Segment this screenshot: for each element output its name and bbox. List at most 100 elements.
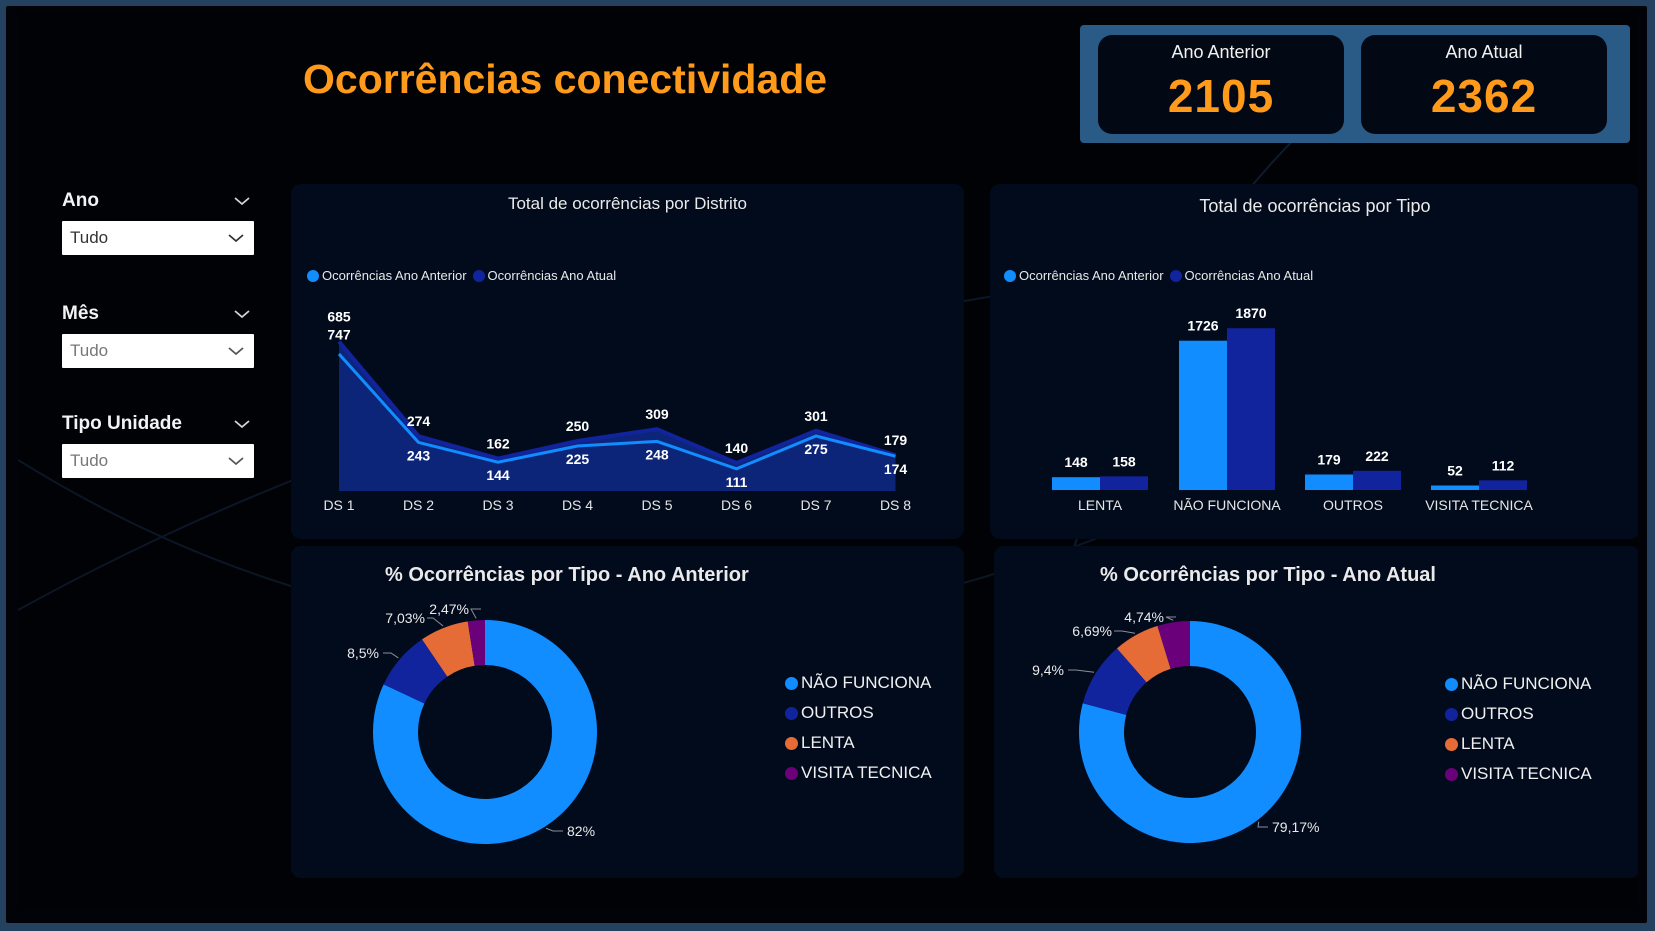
donut-previous-legend: NÃO FUNCIONA OUTROS LENTA VISITA TECNICA xyxy=(785,673,938,793)
legend-dot-icon xyxy=(785,766,798,780)
slice-value-label: 9,4% xyxy=(1032,662,1064,678)
data-label-previous: 144 xyxy=(486,467,510,483)
leader-line xyxy=(545,827,563,832)
slicer-mes-dropdown[interactable]: Tudo xyxy=(62,334,254,368)
bar-previous[interactable] xyxy=(1052,477,1100,490)
bar-current[interactable] xyxy=(1353,470,1401,490)
legend-item-lenta[interactable]: LENTA xyxy=(1445,734,1592,754)
data-label-previous: 52 xyxy=(1447,463,1463,479)
x-tick-label: DS 3 xyxy=(482,497,513,513)
legend-dot-icon xyxy=(785,736,798,750)
x-tick-label: DS 4 xyxy=(562,497,593,513)
chevron-down-icon xyxy=(228,457,244,466)
legend-item-outros[interactable]: OUTROS xyxy=(1445,704,1592,724)
slice-value-label: 2,47% xyxy=(429,601,469,617)
slice-value-label: 79,17% xyxy=(1272,819,1319,835)
data-label-current: 222 xyxy=(1365,448,1389,464)
legend-label: OUTROS xyxy=(1461,704,1534,723)
collapse-chevron-icon[interactable] xyxy=(232,304,252,324)
legend-label: NÃO FUNCIONA xyxy=(1461,674,1592,693)
data-label-current: 309 xyxy=(645,406,669,422)
data-label-current: 301 xyxy=(804,408,828,424)
bar-previous[interactable] xyxy=(1179,340,1227,490)
x-tick-label: DS 5 xyxy=(641,497,672,513)
data-label-previous: 248 xyxy=(645,446,669,462)
legend-dot-icon xyxy=(1445,707,1458,721)
data-label-previous: 111 xyxy=(726,474,748,490)
legend-dot-icon xyxy=(1445,767,1458,781)
legend-item-nao-funciona[interactable]: NÃO FUNCIONA xyxy=(1445,674,1592,694)
data-label-current: 140 xyxy=(725,440,749,456)
legend-dot-icon xyxy=(1445,737,1458,751)
donut-current-legend: NÃO FUNCIONA OUTROS LENTA VISITA TECNICA xyxy=(1445,674,1598,794)
collapse-chevron-icon[interactable] xyxy=(232,414,252,434)
legend-item-visita-tecnica[interactable]: VISITA TECNICA xyxy=(1445,764,1592,784)
data-label-current: 747 xyxy=(327,327,351,343)
legend-item-nao-funciona[interactable]: NÃO FUNCIONA xyxy=(785,673,932,693)
slice-value-label: 8,5% xyxy=(347,645,379,661)
kpi-previous-label: Ano Anterior xyxy=(1171,42,1271,62)
leader-line xyxy=(470,608,481,619)
type-bar-chart[interactable]: 148 158 LENTA 1726 1870 NÃO FUNCIONA 179 222 OUT… xyxy=(990,184,1638,539)
leader-line xyxy=(1068,669,1095,673)
legend-dot-icon xyxy=(1445,677,1458,691)
collapse-chevron-icon[interactable] xyxy=(232,191,252,211)
data-label-previous: 174 xyxy=(884,461,908,477)
kpi-current-value: 2362 xyxy=(1430,70,1538,122)
legend-label: VISITA TECNICA xyxy=(801,763,932,782)
x-tick-label: OUTROS xyxy=(1323,497,1383,513)
donut-current-panel: % Ocorrências por Tipo - Ano Atual 79,17… xyxy=(994,546,1638,878)
data-label-current: 162 xyxy=(486,436,510,452)
district-area-chart[interactable]: DS 1 685 747 DS 2 243 274 DS 3 144 162 DS 4 225 250… xyxy=(291,184,964,539)
kpi-current-label: Ano Atual xyxy=(1445,42,1523,62)
data-label-previous: 148 xyxy=(1064,454,1088,470)
slicer-tipo-unidade-value: Tudo xyxy=(70,451,109,470)
bar-current[interactable] xyxy=(1227,328,1275,490)
leader-line xyxy=(427,617,444,627)
leader-line xyxy=(1165,616,1176,621)
kpi-previous-value: 2105 xyxy=(1167,70,1275,122)
data-label-current: 250 xyxy=(566,418,590,434)
legend-label: NÃO FUNCIONA xyxy=(801,673,932,692)
slicer-tipo-unidade-label: Tipo Unidade xyxy=(62,413,182,434)
data-label-previous: 243 xyxy=(407,447,431,463)
kpi-previous-year: Ano Anterior 2105 xyxy=(1098,35,1344,134)
legend-item-lenta[interactable]: LENTA xyxy=(785,733,932,753)
x-tick-label: DS 7 xyxy=(800,497,831,513)
slicer-tipo-unidade-dropdown[interactable]: Tudo xyxy=(62,444,254,478)
legend-dot-icon xyxy=(785,676,798,690)
data-label-previous: 685 xyxy=(327,309,351,325)
legend-label: LENTA xyxy=(1461,734,1515,753)
slice-value-label: 7,03% xyxy=(385,610,425,626)
data-label-previous: 275 xyxy=(804,441,828,457)
report-canvas: Ocorrências conectividade Ano Anterior 2… xyxy=(18,10,1638,910)
bar-current[interactable] xyxy=(1100,476,1148,490)
x-tick-label: DS 2 xyxy=(403,497,434,513)
legend-item-visita-tecnica[interactable]: VISITA TECNICA xyxy=(785,763,932,783)
slicer-mes: Mês Tudo xyxy=(62,301,254,368)
data-label-current: 274 xyxy=(407,413,431,429)
x-tick-label: LENTA xyxy=(1078,497,1123,513)
bar-current[interactable] xyxy=(1479,480,1527,490)
slicer-ano-dropdown[interactable]: Tudo xyxy=(62,221,254,255)
data-label-previous: 1726 xyxy=(1187,318,1218,334)
bar-previous[interactable] xyxy=(1305,474,1353,490)
report-frame: Ocorrências conectividade Ano Anterior 2… xyxy=(6,6,1647,923)
type-bar-chart-panel: Total de ocorrências por Tipo Ocorrência… xyxy=(990,184,1638,539)
district-area-chart-panel: Total de ocorrências por Distrito Ocorrê… xyxy=(291,184,964,539)
x-tick-label: VISITA TECNICA xyxy=(1425,497,1533,513)
leader-line xyxy=(383,652,399,659)
kpi-current-year: Ano Atual 2362 xyxy=(1361,35,1607,134)
legend-item-outros[interactable]: OUTROS xyxy=(785,703,932,723)
slicer-mes-label: Mês xyxy=(62,303,99,324)
donut-previous-panel: % Ocorrências por Tipo - Ano Anterior 82… xyxy=(291,546,964,878)
kpi-card-group: Ano Anterior 2105 Ano Atual 2362 xyxy=(1080,25,1630,143)
leader-line xyxy=(1257,821,1268,828)
page-title: Ocorrências conectividade xyxy=(303,56,828,102)
x-tick-label: DS 8 xyxy=(880,497,911,513)
legend-label: VISITA TECNICA xyxy=(1461,764,1592,783)
slice-value-label: 4,74% xyxy=(1124,609,1164,625)
bar-previous[interactable] xyxy=(1431,485,1479,490)
legend-dot-icon xyxy=(785,706,798,720)
leader-line xyxy=(1114,630,1136,634)
